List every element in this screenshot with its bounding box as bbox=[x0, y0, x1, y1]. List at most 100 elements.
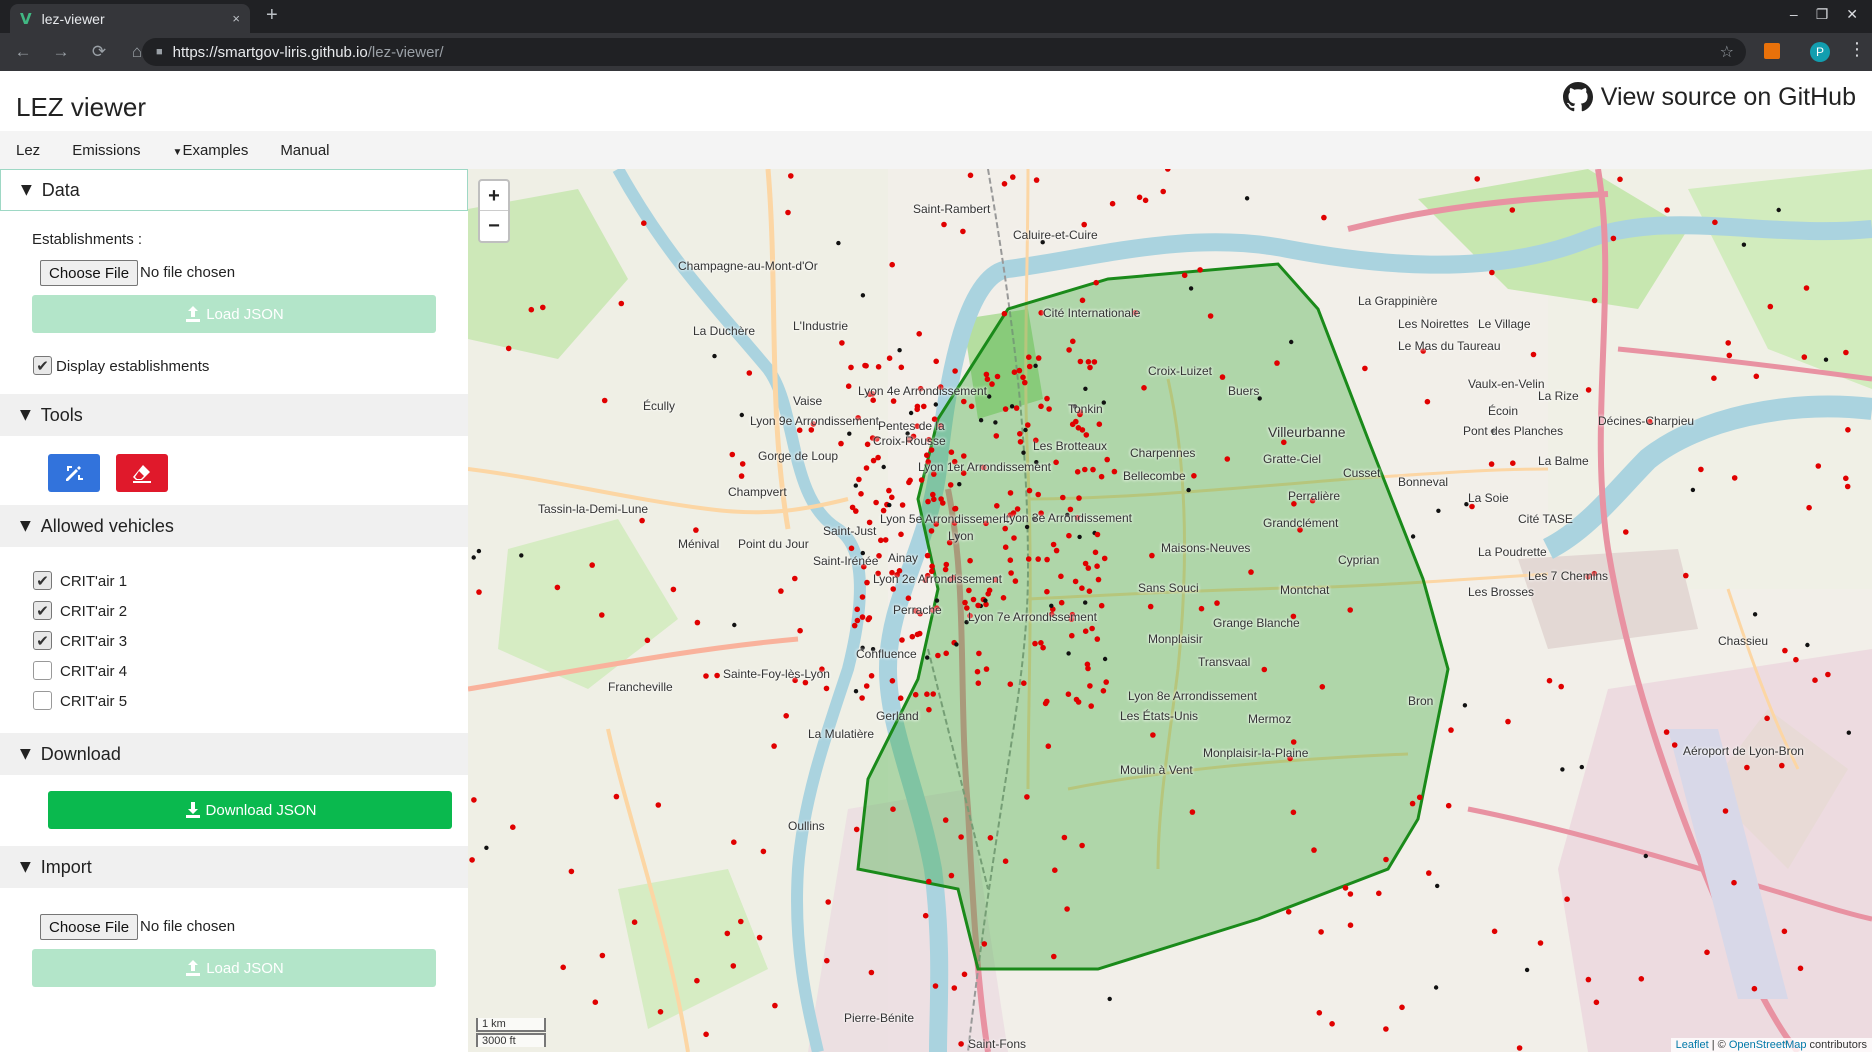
map-label-l5: Lyon 9e Arrondissement bbox=[750, 414, 879, 428]
establishment-marker bbox=[1764, 715, 1770, 722]
establishment-marker bbox=[922, 912, 929, 919]
section-header-data[interactable]: ▼ Data bbox=[0, 169, 468, 211]
new-tab-button[interactable]: + bbox=[266, 4, 278, 27]
draw-polygon-button[interactable] bbox=[48, 454, 100, 492]
establishment-marker bbox=[952, 505, 959, 512]
browser-menu-icon[interactable]: ⋮ bbox=[1848, 39, 1866, 60]
map-label-l21: Grange Blanche bbox=[1213, 616, 1300, 630]
establishment-marker bbox=[943, 650, 949, 657]
establishment-marker bbox=[797, 627, 803, 634]
map-label-l73: L'Industrie bbox=[793, 319, 848, 333]
menu-manual[interactable]: Manual bbox=[280, 142, 329, 159]
menu-examples[interactable]: ▼Examples bbox=[173, 142, 249, 159]
establishment-marker bbox=[1002, 525, 1008, 532]
section-title-data: Data bbox=[41, 179, 80, 200]
establishment-marker bbox=[854, 606, 860, 613]
section-header-tools[interactable]: ▼ Tools bbox=[0, 394, 468, 436]
establishment-marker bbox=[970, 596, 977, 603]
map-scale: 1 km 3000 ft bbox=[476, 1018, 546, 1048]
menu-lez[interactable]: Lez bbox=[16, 142, 40, 159]
establishment-marker bbox=[1767, 303, 1774, 310]
erase-button[interactable] bbox=[116, 454, 168, 492]
establishment-marker bbox=[1101, 555, 1108, 562]
establishment-marker bbox=[975, 602, 981, 609]
download-json-button[interactable]: Download JSON bbox=[48, 791, 452, 829]
establishment-marker bbox=[994, 373, 1001, 380]
establishment-marker bbox=[1000, 595, 1007, 601]
establishment-marker bbox=[1564, 896, 1570, 902]
establishment-marker bbox=[1731, 475, 1738, 481]
map-label-l25: Mermoz bbox=[1248, 712, 1292, 726]
critair-2-checkbox[interactable]: ✔ bbox=[33, 601, 52, 620]
establishment-marker bbox=[938, 496, 944, 502]
forward-icon[interactable]: → bbox=[46, 42, 76, 62]
minimize-icon[interactable]: – bbox=[1790, 6, 1798, 23]
establishment-marker bbox=[928, 447, 935, 453]
tab-close-icon[interactable]: × bbox=[232, 11, 240, 26]
back-icon[interactable]: ← bbox=[8, 42, 38, 62]
establishment-marker bbox=[601, 397, 608, 404]
establishment-marker bbox=[1002, 858, 1009, 864]
display-establishments-checkbox[interactable]: ✔ bbox=[33, 356, 52, 375]
leaflet-link[interactable]: Leaflet bbox=[1676, 1039, 1709, 1051]
map-label-l2: Caluire-et-Cuire bbox=[1013, 228, 1098, 242]
extension-icon[interactable] bbox=[1764, 43, 1780, 59]
reload-icon[interactable]: ⟳ bbox=[84, 42, 114, 62]
establishment-marker bbox=[1089, 625, 1095, 632]
load-json-button[interactable]: Load JSON bbox=[32, 295, 436, 333]
critair-5-checkbox[interactable] bbox=[33, 691, 52, 710]
import-choose-file-button[interactable]: Choose File bbox=[40, 914, 139, 940]
establishment-marker bbox=[947, 482, 954, 488]
establishment-marker bbox=[1024, 524, 1030, 530]
browser-tab[interactable]: V lez-viewer × bbox=[10, 4, 250, 33]
establishment-marker bbox=[994, 503, 1000, 509]
establishment-marker bbox=[1823, 357, 1829, 362]
section-header-download[interactable]: ▼ Download bbox=[0, 733, 468, 775]
bookmark-star-icon[interactable]: ☆ bbox=[1720, 42, 1734, 62]
section-header-import[interactable]: ▼ Import bbox=[0, 846, 468, 888]
establishment-marker bbox=[1805, 642, 1810, 648]
establishment-marker bbox=[1026, 363, 1033, 370]
section-header-allowed-vehicles[interactable]: ▼ Allowed vehicles bbox=[0, 505, 468, 547]
map-label-l10: Lyon 2e Arrondissement bbox=[873, 572, 1002, 586]
zoom-in-button[interactable]: + bbox=[480, 181, 508, 211]
establishment-marker bbox=[1424, 398, 1431, 405]
establishment-marker bbox=[983, 371, 990, 378]
establishment-marker bbox=[1060, 494, 1066, 501]
zoom-out-button[interactable]: − bbox=[480, 211, 508, 241]
establishment-marker bbox=[1070, 338, 1076, 345]
establishment-marker bbox=[1191, 473, 1197, 479]
critair-4-checkbox[interactable] bbox=[33, 661, 52, 680]
map-label-l17: Bellecombe bbox=[1123, 469, 1186, 483]
map-label-l59: Les 7 Chemins bbox=[1528, 569, 1609, 583]
upload-icon bbox=[186, 960, 201, 976]
critair-3-checkbox[interactable]: ✔ bbox=[33, 631, 52, 650]
establishment-marker bbox=[1026, 354, 1032, 360]
restore-icon[interactable]: ❐ bbox=[1816, 6, 1829, 23]
establishment-marker bbox=[993, 433, 1000, 439]
close-window-icon[interactable]: ✕ bbox=[1846, 6, 1858, 23]
osm-link[interactable]: OpenStreetMap bbox=[1729, 1039, 1807, 1051]
establishment-marker bbox=[1281, 439, 1287, 446]
establishment-marker bbox=[756, 934, 763, 941]
establishment-marker bbox=[1010, 174, 1016, 180]
establishment-marker bbox=[1261, 666, 1268, 673]
menu-emissions[interactable]: Emissions bbox=[72, 142, 140, 159]
map-label-l39: Saint-Just bbox=[823, 524, 877, 538]
map-view[interactable]: Saint-Rambert Caluire-et-Cuire Cité Intern… bbox=[468, 169, 1872, 1052]
establishment-marker bbox=[967, 172, 974, 179]
profile-avatar[interactable]: P bbox=[1810, 42, 1830, 62]
establishment-marker bbox=[886, 487, 892, 494]
import-load-json-button[interactable]: Load JSON bbox=[32, 949, 436, 987]
establishment-marker bbox=[1290, 739, 1297, 745]
establishment-marker bbox=[929, 563, 935, 570]
establishment-marker bbox=[930, 691, 936, 697]
address-bar[interactable]: ■ https://smartgov-liris.github.io/lez-v… bbox=[142, 38, 1746, 66]
establishment-marker bbox=[860, 293, 866, 298]
establishment-marker bbox=[540, 304, 546, 311]
choose-file-button[interactable]: Choose File bbox=[40, 260, 139, 286]
establishment-marker bbox=[1026, 487, 1033, 494]
map-label-l77: Ainay bbox=[888, 551, 919, 565]
critair-1-checkbox[interactable]: ✔ bbox=[33, 571, 52, 590]
github-link[interactable]: View source on GitHub bbox=[1562, 82, 1856, 112]
